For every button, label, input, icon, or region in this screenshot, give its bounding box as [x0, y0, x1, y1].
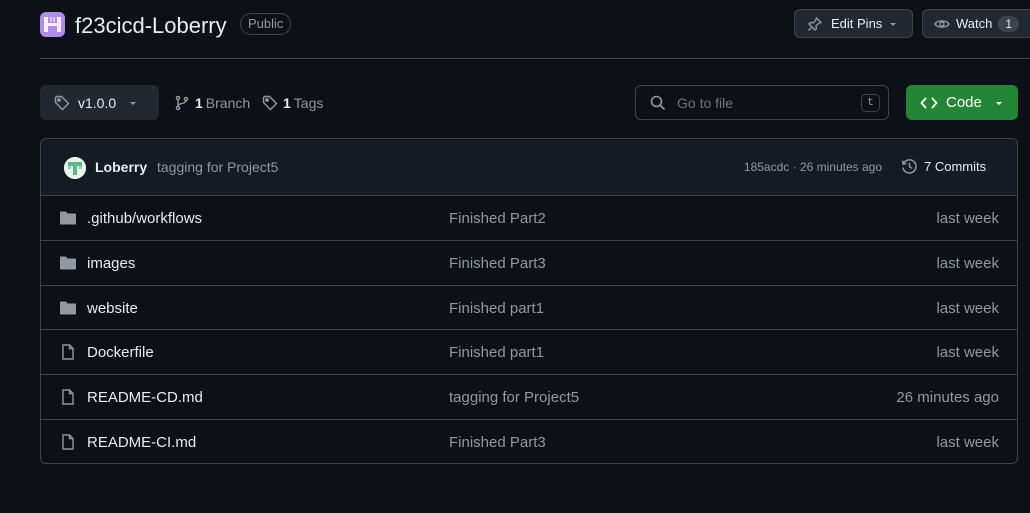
file-commit-date: last week: [936, 210, 999, 227]
folder-icon: [59, 255, 77, 271]
file-icon: [59, 344, 77, 361]
eye-icon: [934, 16, 950, 32]
file-row[interactable]: README-CD.md tagging for Project5 26 min…: [41, 375, 1017, 420]
folder-icon: [59, 210, 77, 226]
watch-button[interactable]: Watch 1: [922, 9, 1030, 38]
edit-pins-label: Edit Pins: [831, 16, 883, 31]
file-commit-message[interactable]: Finished Part3: [449, 434, 546, 451]
keyboard-shortcut-hint: t: [861, 94, 880, 112]
file-commit-date: last week: [936, 254, 999, 272]
commit-message[interactable]: tagging for Project5: [157, 159, 278, 175]
file-listing: Loberry tagging for Project5 185acdc · 2…: [40, 138, 1018, 464]
tag-icon: [54, 95, 70, 111]
avatar[interactable]: [64, 157, 86, 179]
folder-icon: [59, 300, 77, 316]
commits-count-label: 7 Commits: [924, 159, 987, 174]
file-row[interactable]: .github/workflows Finished Part2 last we…: [41, 196, 1017, 241]
file-row[interactable]: README-CI.md Finished Part3 last week: [41, 420, 1017, 463]
branches-link[interactable]: 1 Branch: [174, 85, 250, 121]
code-label: Code: [946, 94, 982, 111]
file-row[interactable]: Dockerfile Finished part1 last week: [41, 330, 1017, 376]
chevron-down-icon: [994, 98, 1004, 108]
repo-avatar[interactable]: [40, 12, 65, 37]
code-icon: [920, 95, 938, 111]
file-commit-message[interactable]: tagging for Project5: [449, 389, 579, 406]
file-commit-date: last week: [936, 433, 999, 451]
latest-commit-bar: Loberry tagging for Project5 185acdc · 2…: [41, 139, 1017, 196]
file-commit-date: last week: [936, 344, 999, 362]
code-button[interactable]: Code: [906, 85, 1018, 120]
search-icon: [650, 95, 666, 111]
file-commit-message[interactable]: Finished part1: [449, 344, 544, 361]
file-row[interactable]: images Finished Part3 last week: [41, 241, 1017, 286]
branch-name: v1.0.0: [78, 94, 117, 111]
file-name[interactable]: README-CI.md: [87, 434, 196, 451]
chevron-down-icon: [128, 98, 138, 108]
file-commit-date: 26 minutes ago: [896, 389, 999, 407]
go-to-file-input[interactable]: [675, 93, 849, 112]
watch-label: Watch: [956, 16, 993, 31]
history-icon: [901, 158, 918, 175]
file-icon: [59, 389, 77, 405]
file-name[interactable]: website: [87, 300, 138, 317]
watch-count: 1: [998, 15, 1020, 32]
file-row[interactable]: website Finished part1 last week: [41, 286, 1017, 331]
repo-name[interactable]: f23cicd-Loberry: [75, 13, 227, 39]
branches-label: Branch: [205, 95, 251, 111]
file-icon: [59, 434, 77, 450]
file-name[interactable]: .github/workflows: [87, 210, 202, 227]
commit-hash-time[interactable]: 185acdc · 26 minutes ago: [744, 160, 882, 174]
tags-count: 1: [283, 95, 291, 111]
branch-selector[interactable]: v1.0.0: [40, 85, 159, 120]
commit-author[interactable]: Loberry: [95, 159, 147, 175]
file-commit-date: last week: [936, 299, 999, 317]
file-commit-message[interactable]: Finished Part2: [449, 210, 546, 227]
visibility-badge: Public: [240, 13, 292, 35]
branches-count: 1: [195, 95, 203, 111]
tags-label: Tags: [293, 95, 324, 111]
edit-pins-button[interactable]: Edit Pins: [794, 9, 913, 38]
go-to-file-search[interactable]: t: [635, 85, 889, 120]
file-commit-message[interactable]: Finished Part3: [449, 255, 546, 272]
repo-toolbar: v1.0.0 1 Branch 1 Tags Go to file t Code: [40, 85, 1030, 121]
header-divider: [40, 58, 1030, 59]
tags-link[interactable]: 1 Tags: [262, 85, 323, 121]
chevron-down-icon: [888, 19, 898, 29]
branch-icon: [174, 95, 190, 111]
file-name[interactable]: README-CD.md: [87, 389, 203, 406]
file-name[interactable]: Dockerfile: [87, 344, 154, 361]
tag-icon: [262, 95, 278, 111]
file-commit-message[interactable]: Finished part1: [449, 300, 544, 317]
repo-header: f23cicd-Loberry Public Edit Pins Watch 1: [40, 9, 1030, 42]
file-name[interactable]: images: [87, 255, 135, 272]
commits-link[interactable]: 7 Commits: [901, 158, 986, 175]
pin-icon: [807, 16, 823, 32]
